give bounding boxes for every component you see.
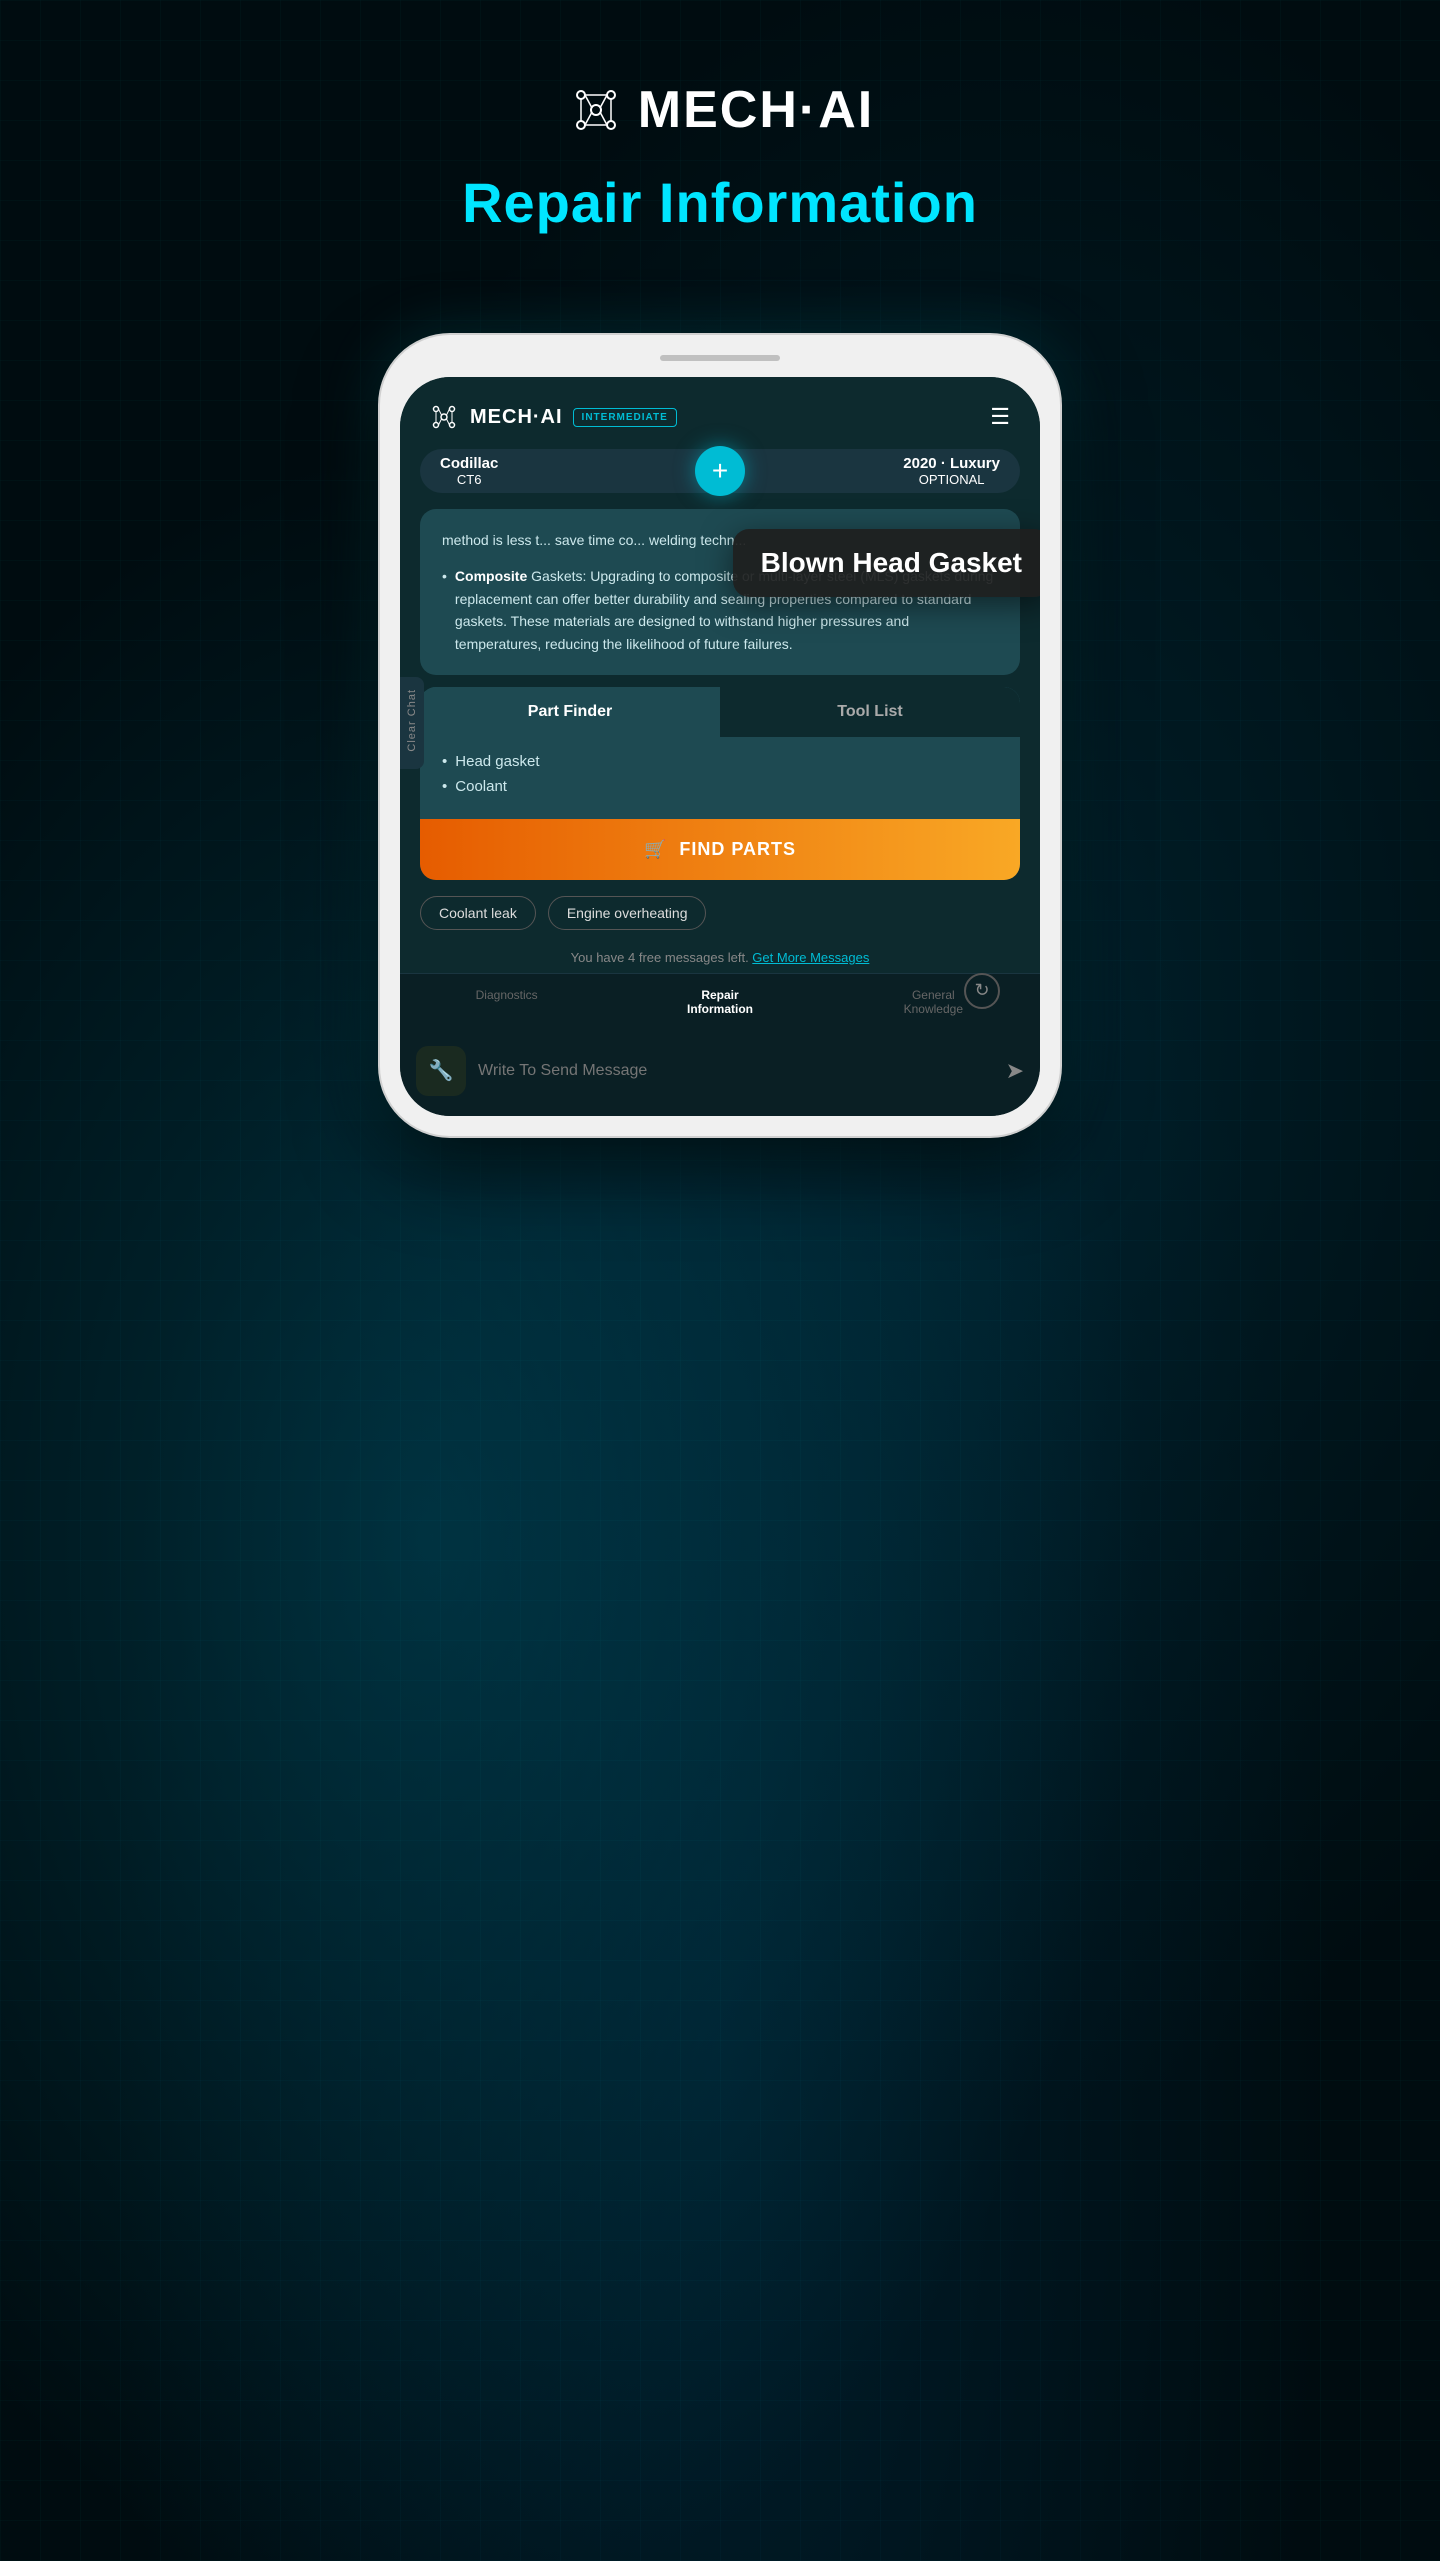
vehicle-trim: OPTIONAL bbox=[903, 472, 1000, 487]
nav-repair-info-label: RepairInformation bbox=[687, 988, 753, 1016]
part-item-coolant: Coolant bbox=[442, 778, 998, 795]
vehicle-right-info: 2020 · Luxury OPTIONAL bbox=[903, 455, 1000, 487]
nav-repair-info[interactable]: RepairInformation bbox=[613, 974, 826, 1030]
get-more-messages-link[interactable]: Get More Messages bbox=[752, 950, 869, 965]
app-header: MECH·AI INTERMEDIATE ☰ bbox=[400, 377, 1040, 449]
nav-general-knowledge[interactable]: GeneralKnowledge bbox=[827, 974, 1040, 1030]
send-button[interactable]: ➤ bbox=[1006, 1058, 1024, 1084]
free-messages-notice: You have 4 free messages left. Get More … bbox=[400, 942, 1040, 973]
phone-screen: Clear Chat bbox=[400, 377, 1040, 1116]
phone-frame: Clear Chat bbox=[380, 335, 1060, 1136]
clear-chat-tab[interactable]: Clear Chat bbox=[400, 677, 424, 769]
app-header-logo: MECH·AI bbox=[470, 406, 563, 429]
menu-icon-symbol: ☰ bbox=[990, 404, 1012, 429]
add-icon: + bbox=[712, 455, 728, 487]
refresh-icon: ↻ bbox=[974, 980, 989, 1001]
vehicle-year: 2020 · Luxury bbox=[903, 455, 1000, 472]
send-icon: ➤ bbox=[1006, 1058, 1024, 1083]
bottom-nav: Diagnostics RepairInformation GeneralKno… bbox=[400, 973, 1040, 1030]
app-logo-row: MECH·AI INTERMEDIATE bbox=[428, 401, 677, 433]
skill-badge: INTERMEDIATE bbox=[573, 408, 677, 427]
clear-chat-label: Clear Chat bbox=[406, 689, 418, 752]
refresh-button[interactable]: ↻ bbox=[964, 973, 1000, 1009]
obd-icon: 🔧 bbox=[416, 1046, 466, 1096]
part-name-head-gasket: Head gasket bbox=[455, 753, 539, 770]
nav-general-knowledge-label: GeneralKnowledge bbox=[904, 988, 963, 1016]
vehicle-left-info: Codillac CT6 bbox=[440, 455, 498, 487]
find-parts-button[interactable]: 🛒 FIND PARTS bbox=[420, 819, 1020, 880]
tab-tool-list-label: Tool List bbox=[837, 703, 902, 720]
part-name-coolant: Coolant bbox=[455, 778, 507, 795]
page-title: Repair Information bbox=[462, 170, 978, 235]
chip-engine-overheating-label: Engine overheating bbox=[567, 905, 688, 921]
find-parts-label: FIND PARTS bbox=[679, 839, 796, 860]
app-name: MECH·AI bbox=[638, 80, 874, 140]
tab-part-finder-label: Part Finder bbox=[528, 703, 612, 720]
part-finder: Part Finder Tool List Head gasket Coolan… bbox=[420, 687, 1020, 880]
composite-bold: Composite bbox=[455, 568, 527, 584]
suggestion-chips: Coolant leak Engine overheating bbox=[400, 896, 1040, 930]
chat-area: method is less t... save time co... weld… bbox=[400, 509, 1040, 675]
nav-diagnostics-label: Diagnostics bbox=[476, 988, 538, 1002]
tooltip-text: Blown Head Gasket bbox=[761, 547, 1022, 578]
logo-row: MECH·AI bbox=[566, 80, 874, 140]
logo-section: MECH·AI Repair Information bbox=[462, 80, 978, 295]
part-finder-tabs: Part Finder Tool List bbox=[420, 687, 1020, 737]
vehicle-selector[interactable]: Codillac CT6 + 2020 · Luxury OPTIONAL bbox=[420, 449, 1020, 493]
chip-engine-overheating[interactable]: Engine overheating bbox=[548, 896, 707, 930]
part-item-head-gasket: Head gasket bbox=[442, 753, 998, 770]
message-input-row: 🔧 ➤ bbox=[400, 1030, 1040, 1116]
cart-icon: 🛒 bbox=[644, 839, 667, 860]
page-content: MECH·AI Repair Information Clear Chat bbox=[0, 0, 1440, 1136]
tab-tool-list[interactable]: Tool List bbox=[720, 687, 1020, 737]
tab-part-finder[interactable]: Part Finder bbox=[420, 687, 720, 737]
hamburger-icon[interactable]: ☰ bbox=[990, 406, 1012, 428]
vehicle-model: CT6 bbox=[440, 472, 498, 487]
chip-coolant-leak[interactable]: Coolant leak bbox=[420, 896, 536, 930]
vehicle-name: Codillac bbox=[440, 455, 498, 472]
phone-notch bbox=[660, 355, 780, 361]
free-messages-text: You have 4 free messages left. bbox=[571, 950, 753, 965]
parts-list: Head gasket Coolant bbox=[420, 737, 1020, 819]
chip-coolant-leak-label: Coolant leak bbox=[439, 905, 517, 921]
blown-head-gasket-tooltip: Blown Head Gasket bbox=[733, 529, 1040, 597]
logo-icon bbox=[566, 80, 626, 140]
obd-icon-symbol: 🔧 bbox=[429, 1058, 454, 1083]
phone-wrapper: Clear Chat bbox=[380, 335, 1060, 1136]
nav-diagnostics[interactable]: Diagnostics bbox=[400, 974, 613, 1030]
add-vehicle-button[interactable]: + bbox=[695, 446, 745, 496]
app-logo-small-icon bbox=[428, 401, 460, 433]
message-input[interactable] bbox=[478, 1062, 994, 1080]
